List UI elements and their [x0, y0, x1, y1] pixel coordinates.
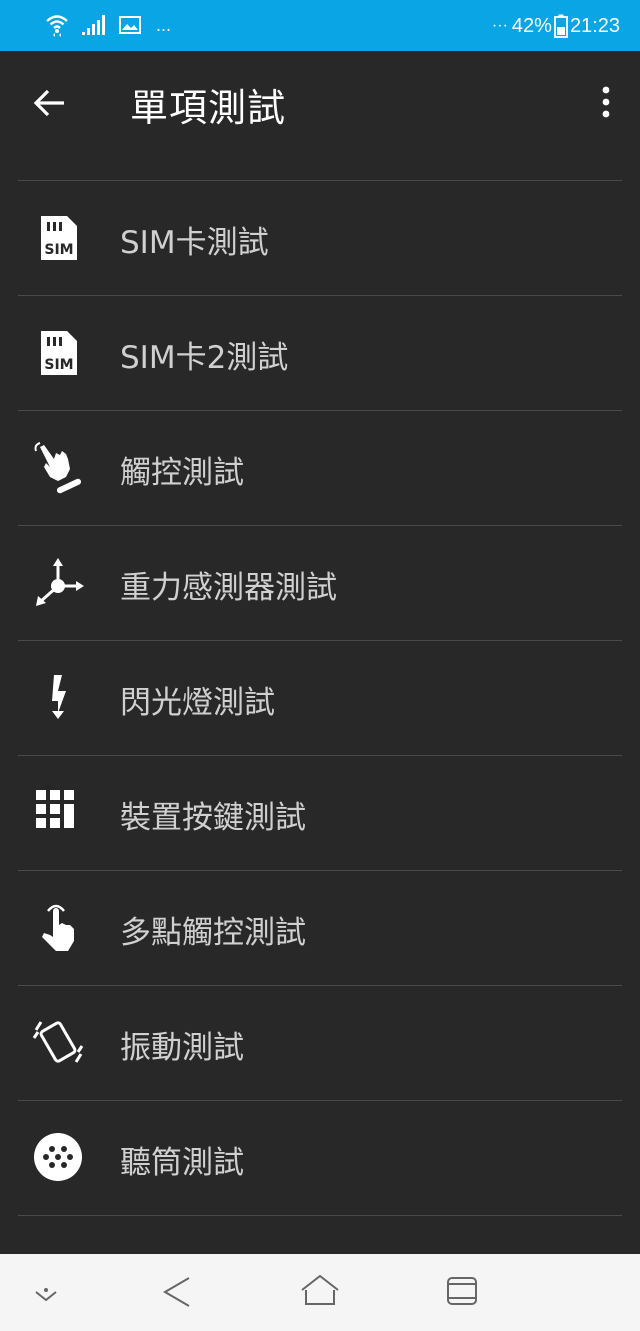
list-item-sim-card-test[interactable]: SIM SIM卡測試: [18, 180, 622, 295]
back-arrow-icon: [28, 89, 72, 129]
nav-home-button[interactable]: [298, 1270, 342, 1314]
list-item-earpiece-test[interactable]: 聽筒測試: [18, 1100, 622, 1215]
nav-home-icon: [298, 1274, 342, 1318]
sim-card-icon: SIM: [32, 326, 86, 380]
battery-icon: [554, 14, 568, 38]
multi-touch-icon: [32, 901, 86, 955]
list-item-label: SIM卡測試: [120, 225, 269, 261]
list-item-label: 閃光燈測試: [120, 685, 275, 721]
nav-down-icon: [24, 1288, 68, 1318]
nav-down-button[interactable]: [24, 1270, 68, 1314]
navigation-bar: [0, 1254, 640, 1331]
earpiece-icon: [32, 1131, 86, 1185]
page-title: 單項測試: [130, 86, 287, 130]
list-item-touch-test[interactable]: 觸控測試: [18, 410, 622, 525]
svg-text:SIM: SIM: [44, 242, 73, 258]
app-bar: 單項測試: [0, 51, 640, 151]
status-bar: ... ··· 42% 21:23: [0, 0, 640, 51]
sim-card-icon: SIM: [32, 211, 86, 265]
keypad-icon: [32, 786, 86, 840]
clock-text: 21:23: [569, 14, 620, 37]
image-icon: [118, 14, 142, 36]
list-item-device-keys-test[interactable]: 裝置按鍵測試: [18, 755, 622, 870]
list-item-label: 觸控測試: [120, 455, 244, 491]
touch-hand-icon: [32, 441, 86, 495]
list-item-label: 振動測試: [120, 1030, 244, 1066]
svg-text:SIM: SIM: [44, 357, 73, 373]
battery-percent-text: 42%: [511, 14, 552, 37]
list-item-label: 聽筒測試: [120, 1145, 244, 1181]
nav-back-icon: [157, 1277, 201, 1318]
status-right-info: ··· 42% 21:23: [492, 14, 620, 38]
overflow-menu-button[interactable]: [594, 81, 618, 125]
list-item-label: SIM卡2測試: [120, 340, 289, 376]
list-item-flashlight-test[interactable]: 閃光燈測試: [18, 640, 622, 755]
list-item-multi-touch-test[interactable]: 多點觸控測試: [18, 870, 622, 985]
wifi-icon: [44, 12, 70, 38]
notification-dots-text: ···: [491, 17, 508, 34]
vibration-icon: [32, 1016, 86, 1070]
overflow-menu-icon: [594, 86, 618, 129]
list-item-vibration-test[interactable]: 振動測試: [18, 985, 622, 1100]
list-item-label: 裝置按鍵測試: [120, 800, 306, 836]
flash-icon: [32, 671, 86, 725]
status-more-text: ...: [156, 15, 172, 35]
list-item-label: 重力感測器測試: [120, 570, 337, 606]
signal-icon: [80, 12, 106, 38]
list-item-sim-card-2-test[interactable]: SIM SIM卡2測試: [18, 295, 622, 410]
back-button[interactable]: [28, 81, 72, 125]
list-item-gravity-sensor-test[interactable]: 重力感測器測試: [18, 525, 622, 640]
nav-back-button[interactable]: [157, 1270, 201, 1314]
nav-recents-button[interactable]: [440, 1270, 484, 1314]
test-list: SIM SIM卡測試 SIM SIM卡2測試 觸控測試 重力感測器測試 閃光燈測…: [18, 180, 622, 1330]
nav-recents-icon: [440, 1277, 484, 1318]
axis-icon: [32, 556, 86, 610]
status-left-icons: ...: [44, 12, 171, 38]
list-item-label: 多點觸控測試: [120, 915, 306, 951]
